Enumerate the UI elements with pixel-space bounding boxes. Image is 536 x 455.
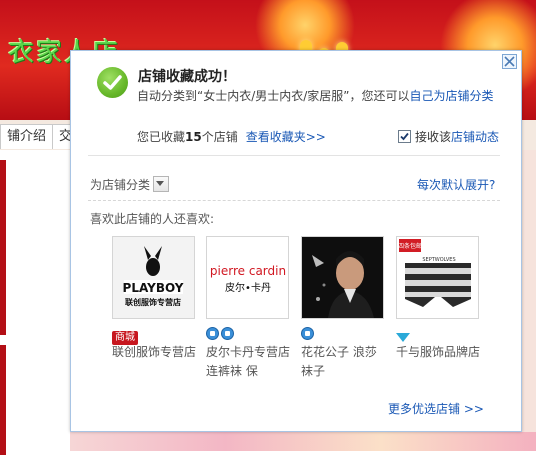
tab-shop-intro[interactable]: 铺介绍 [0,124,54,149]
favorite-count: 您已收藏15个店铺 查看收藏夹>> [137,128,326,145]
dialog-title: 店铺收藏成功！ [138,69,236,85]
left-border-block [0,345,6,455]
shop-updates-link[interactable]: 店铺动态 [451,130,499,144]
crown-icon [301,327,314,340]
recommended-shop-card[interactable]: 四条包邮 SEPTWOLVES 千与服饰品牌店 [396,236,481,362]
category-label: 为店铺分类 [90,178,151,192]
subscribe-updates[interactable]: 接收该店铺动态 [398,128,499,145]
thumb-sub-text: 皮尔•卡丹 [225,281,271,294]
default-expand-link[interactable]: 每次默认展开? [417,176,495,193]
mall-badge: 商城 [112,331,138,345]
count-prefix: 您已收藏 [137,130,186,144]
category-selector[interactable]: 为店铺分类 [90,176,170,193]
checkmark-icon [400,132,409,141]
close-icon [504,56,515,67]
shop-name-link[interactable]: 皮尔卡丹专营店 连裤袜 保 [206,343,291,381]
celebrity-photo-image [302,237,383,318]
shop-rank-badges [396,325,481,342]
shop-name-link[interactable]: 花花公子 浪莎袜子 [301,343,386,381]
crown-icon [221,327,234,340]
shop-thumbnail[interactable]: PLAYBOY 联创服饰专营店 [112,236,195,319]
dashed-divider [88,200,500,201]
also-like-heading: 喜欢此店铺的人还喜欢: [90,212,215,226]
chevron-down-icon [156,181,165,186]
playboy-logo-image: PLAYBOY 联创服饰专营店 [113,237,194,318]
subscribe-label: 接收该 [415,130,452,144]
thumb-brand-text: SEPTWOLVES [422,257,455,263]
shop-rank-badges: 商城 [112,325,197,345]
shop-name-link[interactable]: 千与服饰品牌店 [396,343,481,362]
check-icon [97,67,128,98]
custom-category-link[interactable]: 自己为店铺分类 [410,89,494,103]
shop-rank-badges [301,325,386,341]
auto-category-prefix: 自动分类到“女士内衣/男士内衣/家居服”，您还可以 [137,89,410,103]
thumb-brand-text: pierre cardin [210,264,286,278]
pierre-cardin-logo-image: pierre cardin 皮尔•卡丹 [207,237,288,318]
category-dropdown[interactable] [153,176,170,192]
shop-thumbnail[interactable] [301,236,384,319]
auto-category-text: 自动分类到“女士内衣/男士内衣/家居服”，您还可以自己为店铺分类 [137,87,505,106]
close-button[interactable] [502,54,517,69]
count-suffix: 个店铺 [201,130,238,144]
thumb-brand-text: PLAYBOY [123,281,184,295]
shop-right-column [522,150,536,451]
recommended-shop-card[interactable]: 花花公子 浪莎袜子 [301,236,386,381]
crown-icon [206,327,219,340]
shop-bottom-decoration [70,432,536,451]
left-border-block [0,160,6,335]
subscribe-checkbox[interactable] [398,130,411,143]
underwear-product-image: 四条包邮 SEPTWOLVES [397,237,478,318]
more-shops-link[interactable]: 更多优选店铺 >> [388,400,484,417]
recommended-shop-card[interactable]: pierre cardin 皮尔•卡丹 皮尔卡丹专营店 连裤袜 保 [206,236,291,381]
divider [88,155,500,156]
thumb-sub-text: 联创服饰专营店 [125,297,181,307]
shop-name-link[interactable]: 联创服饰专营店 [112,343,197,362]
shop-left-column [0,150,70,455]
shop-thumbnail[interactable]: pierre cardin 皮尔•卡丹 [206,236,289,319]
diamond-icon [396,333,410,342]
shop-rank-badges [206,325,291,341]
shop-thumbnail[interactable]: 四条包邮 SEPTWOLVES [396,236,479,319]
view-favorites-link[interactable]: 查看收藏夹>> [246,130,326,144]
thumb-sub-text: 四条包邮 [398,242,422,250]
recommended-shop-card[interactable]: PLAYBOY 联创服饰专营店 商城 联创服饰专营店 [112,236,197,362]
count-value: 15 [185,130,202,144]
